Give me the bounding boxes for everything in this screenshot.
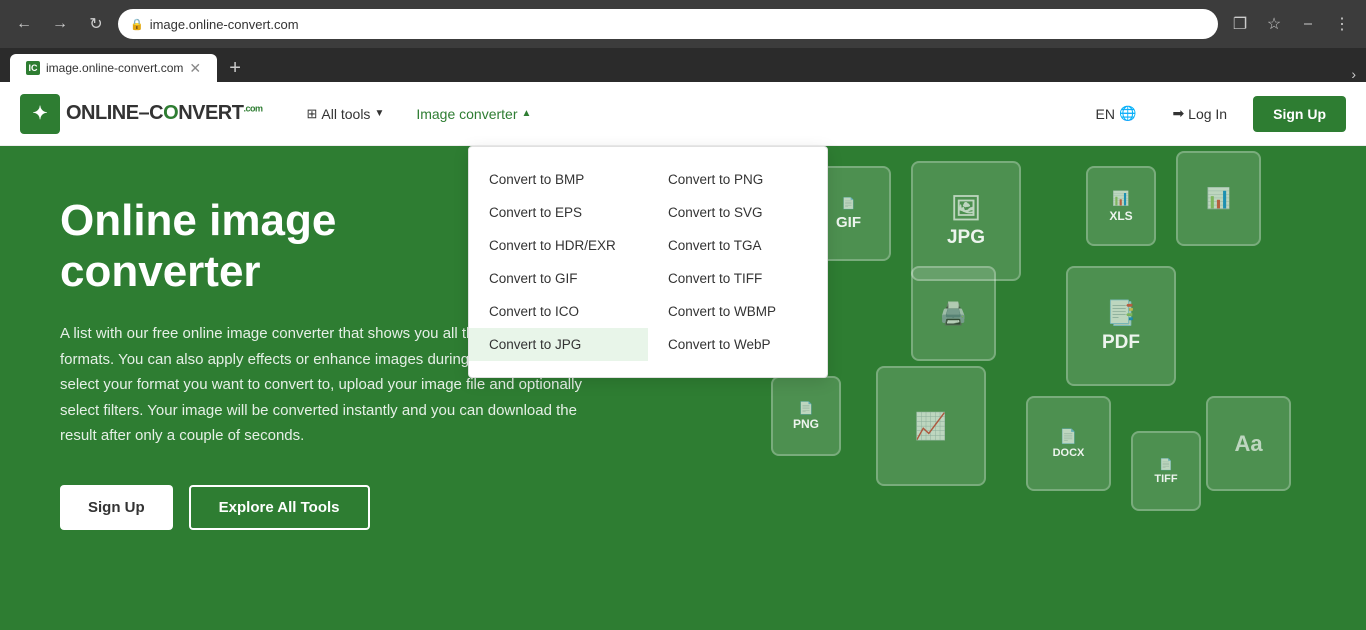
login-arrow-icon: ➡ bbox=[1172, 105, 1184, 122]
hero-explore-button[interactable]: Explore All Tools bbox=[189, 485, 370, 530]
hero-icons: 📄 GIF 🖼 JPG 📑 PDF 📊 bbox=[746, 146, 1366, 630]
tab-close-button[interactable]: ✕ bbox=[189, 60, 201, 77]
navbar-right: EN 🌐 ➡ Log In Sign Up bbox=[1086, 96, 1346, 132]
trend-icon: 📈 bbox=[876, 366, 986, 486]
convert-jpg[interactable]: Convert to JPG bbox=[469, 328, 648, 361]
convert-tga[interactable]: Convert to TGA bbox=[648, 229, 827, 262]
all-tools-arrow: ▼ bbox=[374, 108, 384, 119]
image-converter-arrow: ▲ bbox=[522, 108, 532, 119]
dropdown-col-left: Convert to BMP Convert to EPS Convert to… bbox=[469, 157, 648, 367]
navbar: ✦ ONLINE–CONVERT.com ⊞ All tools ▼ Image… bbox=[0, 82, 1366, 146]
convert-svg[interactable]: Convert to SVG bbox=[648, 196, 827, 229]
convert-gif[interactable]: Convert to GIF bbox=[469, 262, 648, 295]
tiff-icon: 📄 TIFF bbox=[1131, 431, 1201, 511]
logo-com: .com bbox=[243, 103, 262, 113]
logo-icon: ✦ bbox=[20, 94, 60, 134]
address-bar[interactable]: 🔒 image.online-convert.com bbox=[118, 9, 1218, 39]
tab-bar: IC image.online-convert.com ✕ + › bbox=[0, 48, 1366, 82]
png-icon: 📄 PNG bbox=[771, 376, 841, 456]
back-button[interactable]: ← bbox=[10, 10, 38, 38]
lock-icon: 🔒 bbox=[130, 18, 144, 31]
tab-bar-more[interactable]: › bbox=[1351, 66, 1356, 82]
image-converter-label: Image converter bbox=[416, 106, 517, 122]
convert-webp[interactable]: Convert to WebP bbox=[648, 328, 827, 361]
docx-icon: 📄 DOCX bbox=[1026, 396, 1111, 491]
convert-eps[interactable]: Convert to EPS bbox=[469, 196, 648, 229]
convert-hdr[interactable]: Convert to HDR/EXR bbox=[469, 229, 648, 262]
forward-button[interactable]: → bbox=[46, 10, 74, 38]
share-button[interactable]: ❐ bbox=[1226, 10, 1254, 38]
tab-favicon: IC bbox=[26, 61, 40, 75]
lang-label: EN bbox=[1096, 106, 1115, 122]
pdf-icon: 📑 PDF bbox=[1066, 266, 1176, 386]
all-tools-menu[interactable]: ⊞ All tools ▼ bbox=[293, 98, 399, 130]
logo-text: ONLINE–CONVERT.com bbox=[66, 102, 263, 125]
signup-button[interactable]: Sign Up bbox=[1253, 96, 1346, 132]
all-tools-label: All tools bbox=[321, 106, 370, 122]
xls-icon: 📊 XLS bbox=[1086, 166, 1156, 246]
image-converter-menu[interactable]: Image converter ▲ bbox=[402, 98, 545, 130]
hero-buttons: Sign Up Explore All Tools bbox=[60, 485, 710, 530]
dropdown-col-right: Convert to PNG Convert to SVG Convert to… bbox=[648, 157, 827, 367]
bookmark-button[interactable]: ☆ bbox=[1260, 10, 1288, 38]
convert-bmp[interactable]: Convert to BMP bbox=[469, 163, 648, 196]
browser-chrome: ← → ↻ 🔒 image.online-convert.com ❐ ☆ ⎯ ⋮ bbox=[0, 0, 1366, 48]
font-icon: Aa bbox=[1206, 396, 1291, 491]
menu-button[interactable]: ⋮ bbox=[1328, 10, 1356, 38]
convert-png[interactable]: Convert to PNG bbox=[648, 163, 827, 196]
extension-button[interactable]: ⎯ bbox=[1294, 10, 1322, 38]
hero-signup-button[interactable]: Sign Up bbox=[60, 485, 173, 530]
new-tab-button[interactable]: + bbox=[221, 54, 249, 82]
convert-ico[interactable]: Convert to ICO bbox=[469, 295, 648, 328]
chart-icon: 📊 bbox=[1176, 151, 1261, 246]
url-text: image.online-convert.com bbox=[150, 17, 299, 32]
browser-actions: ❐ ☆ ⎯ ⋮ bbox=[1226, 10, 1356, 38]
convert-wbmp[interactable]: Convert to WBMP bbox=[648, 295, 827, 328]
printer-icon: 🖨️ bbox=[911, 266, 996, 361]
image-converter-dropdown: Convert to BMP Convert to EPS Convert to… bbox=[468, 146, 828, 378]
navbar-nav: ⊞ All tools ▼ Image converter ▲ bbox=[293, 98, 546, 130]
reload-button[interactable]: ↻ bbox=[82, 10, 110, 38]
login-button[interactable]: ➡ Log In bbox=[1158, 99, 1241, 128]
tab-title: image.online-convert.com bbox=[46, 61, 183, 75]
jpg-icon: 🖼 JPG bbox=[911, 161, 1021, 281]
active-tab[interactable]: IC image.online-convert.com ✕ bbox=[10, 54, 217, 82]
convert-tiff[interactable]: Convert to TIFF bbox=[648, 262, 827, 295]
dropdown-columns: Convert to BMP Convert to EPS Convert to… bbox=[469, 157, 827, 367]
site-wrapper: ✦ ONLINE–CONVERT.com ⊞ All tools ▼ Image… bbox=[0, 82, 1366, 630]
login-label: Log In bbox=[1188, 106, 1227, 122]
globe-icon: 🌐 bbox=[1119, 105, 1136, 122]
language-selector[interactable]: EN 🌐 bbox=[1086, 99, 1147, 128]
logo[interactable]: ✦ ONLINE–CONVERT.com bbox=[20, 94, 263, 134]
